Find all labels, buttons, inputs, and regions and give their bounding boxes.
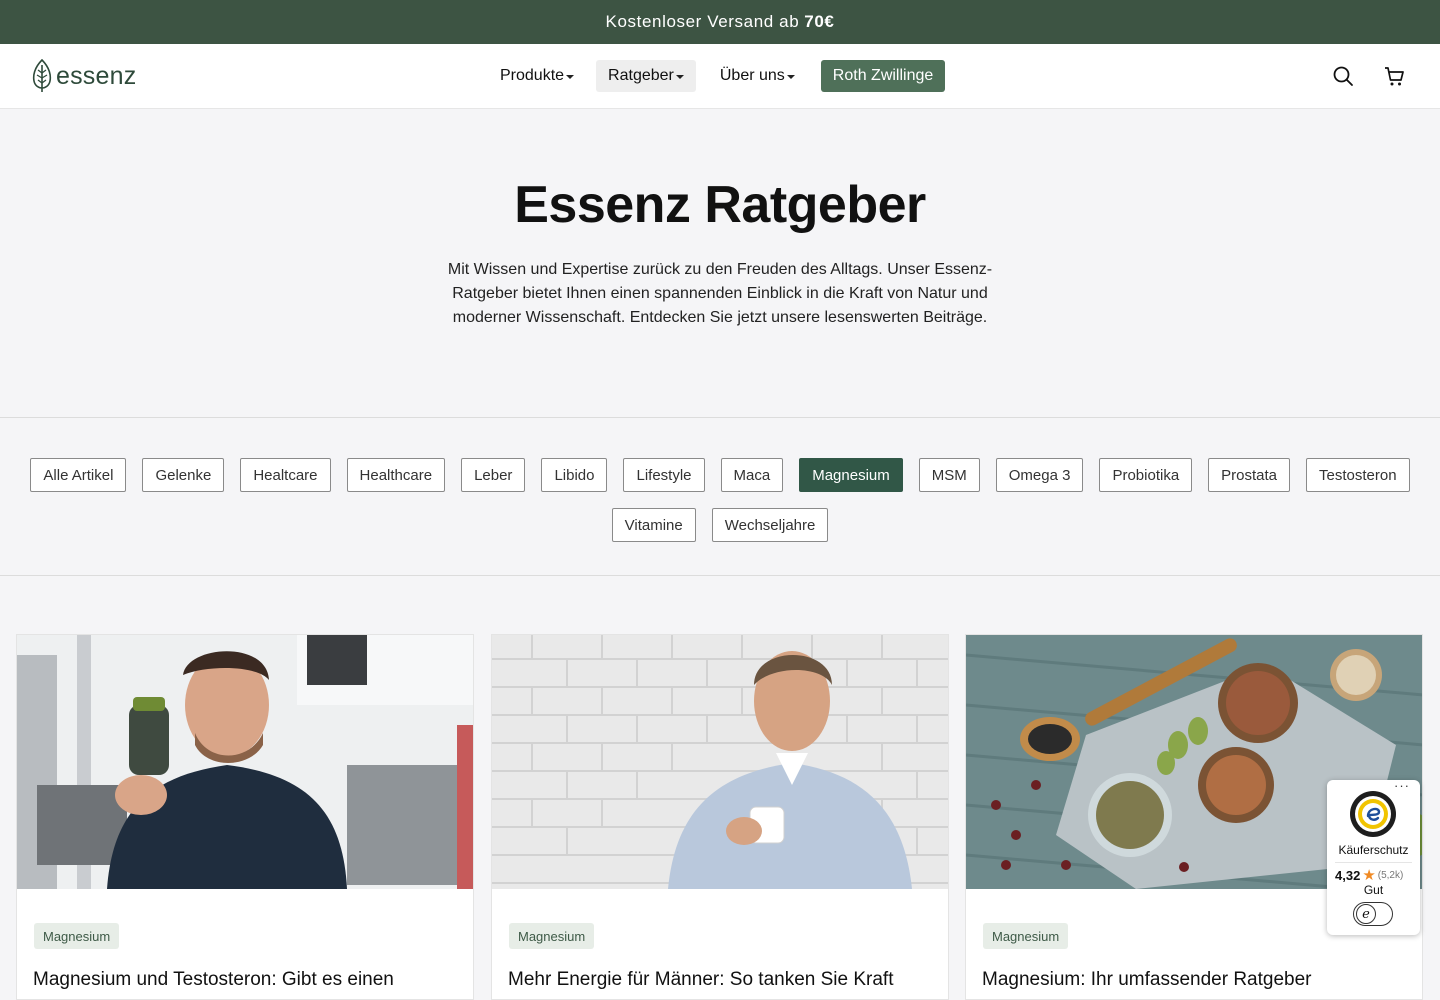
filter-chip-probiotika[interactable]: Probiotika xyxy=(1099,458,1193,492)
logo-text: essenz xyxy=(56,61,137,90)
buyer-protection-label: Käuferschutz xyxy=(1338,843,1409,857)
filter-row: Alle Artikel Gelenke Healtcare Healthcare Le… xyxy=(0,458,1440,492)
article-card[interactable]: Magnesium Magnesium und Testosteron: Gib… xyxy=(16,634,474,1000)
star-icon: ★ xyxy=(1362,867,1376,884)
page-title: Essenz Ratgeber xyxy=(514,176,926,234)
filter-chip-magnesium[interactable]: Magnesium xyxy=(799,458,903,492)
caret-down-icon xyxy=(786,75,795,79)
trust-toggle-knob: e xyxy=(1356,904,1376,924)
filter-chip-lifestyle[interactable]: Lifestyle xyxy=(623,458,705,492)
promo-text: Kostenloser Versand ab xyxy=(605,12,800,31)
article-title[interactable]: Magnesium: Ihr umfassender Ratgeber xyxy=(982,969,1412,991)
trust-seal-icon xyxy=(1350,791,1396,837)
leaf-logo-icon xyxy=(32,59,52,92)
hero-description: Mit Wissen und Expertise zurück zu den F… xyxy=(447,261,993,326)
article-card[interactable]: Magnesium Mehr Energie für Männer: So ta… xyxy=(491,634,949,1000)
filter-chip-libido[interactable]: Libido xyxy=(541,458,608,492)
filter-chip-wechseljahre[interactable]: Wechseljahre xyxy=(711,508,829,542)
article-title[interactable]: Magnesium und Testosteron: Gibt es einen xyxy=(33,969,463,991)
filter-row: Vitamine Wechseljahre xyxy=(0,508,1440,542)
review-count: (5,2k) xyxy=(1377,869,1404,881)
promo-bar: Kostenloser Versand ab 70€ xyxy=(0,0,1440,44)
nav-produkte-label: Produkte xyxy=(500,67,565,84)
filter-chip-gelenke[interactable]: Gelenke xyxy=(142,458,225,492)
logo[interactable]: essenz xyxy=(31,58,136,94)
article-image[interactable] xyxy=(17,635,473,889)
filter-chip-healtcare[interactable]: Healtcare xyxy=(240,458,331,492)
filter-chip-leber[interactable]: Leber xyxy=(461,458,526,492)
filter-chip-alle-artikel[interactable]: Alle Artikel xyxy=(30,458,127,492)
article-tag[interactable]: Magnesium xyxy=(983,923,1069,949)
search-icon[interactable] xyxy=(1332,65,1354,87)
filter-chip-prostata[interactable]: Prostata xyxy=(1208,458,1291,492)
category-filters: Alle Artikel Gelenke Healtcare Healthcare Le… xyxy=(0,417,1440,576)
trust-badge[interactable]: ··· Käuferschutz 4,32 ★ (5,2k) Gut e xyxy=(1327,778,1420,935)
divider xyxy=(1335,862,1412,863)
nav-ueber-uns-label: Über uns xyxy=(719,67,785,84)
cart-icon[interactable] xyxy=(1383,65,1405,87)
caret-down-icon xyxy=(566,75,575,79)
article-title[interactable]: Mehr Energie für Männer: So tanken Sie K… xyxy=(508,969,938,991)
roth-zwillinge-button[interactable]: Roth Zwillinge xyxy=(820,60,946,92)
article-tag[interactable]: Magnesium xyxy=(34,923,120,949)
site-header: essenz Produkte Ratgeber Über uns Roth Z… xyxy=(0,44,1440,109)
trust-toggle[interactable]: e xyxy=(1353,902,1393,926)
article-tag[interactable]: Magnesium xyxy=(509,923,595,949)
filter-chip-testosteron[interactable]: Testosteron xyxy=(1306,458,1410,492)
filter-chip-msm[interactable]: MSM xyxy=(918,458,980,492)
caret-down-icon xyxy=(675,75,684,79)
main-nav: Produkte Ratgeber Über uns Roth Zwilling… xyxy=(488,60,946,92)
article-image[interactable] xyxy=(492,635,948,889)
hero-section: Essenz Ratgeber Mit Wissen und Expertise… xyxy=(0,109,1440,417)
trust-score: 4,32 ★ (5,2k) xyxy=(1335,866,1403,884)
filter-chip-maca[interactable]: Maca xyxy=(720,458,784,492)
filter-chip-vitamine[interactable]: Vitamine xyxy=(611,508,696,542)
nav-ueber-uns[interactable]: Über uns xyxy=(708,60,807,92)
promo-amount: 70€ xyxy=(804,12,835,31)
nav-ratgeber-label: Ratgeber xyxy=(608,67,674,84)
trust-rating: 4,32 xyxy=(1335,867,1361,883)
nav-produkte[interactable]: Produkte xyxy=(488,60,586,92)
filter-chip-healthcare[interactable]: Healthcare xyxy=(346,458,446,492)
filter-chip-omega-3[interactable]: Omega 3 xyxy=(995,458,1084,492)
nav-ratgeber[interactable]: Ratgeber xyxy=(596,60,696,92)
trust-grade: Gut xyxy=(1363,883,1384,897)
